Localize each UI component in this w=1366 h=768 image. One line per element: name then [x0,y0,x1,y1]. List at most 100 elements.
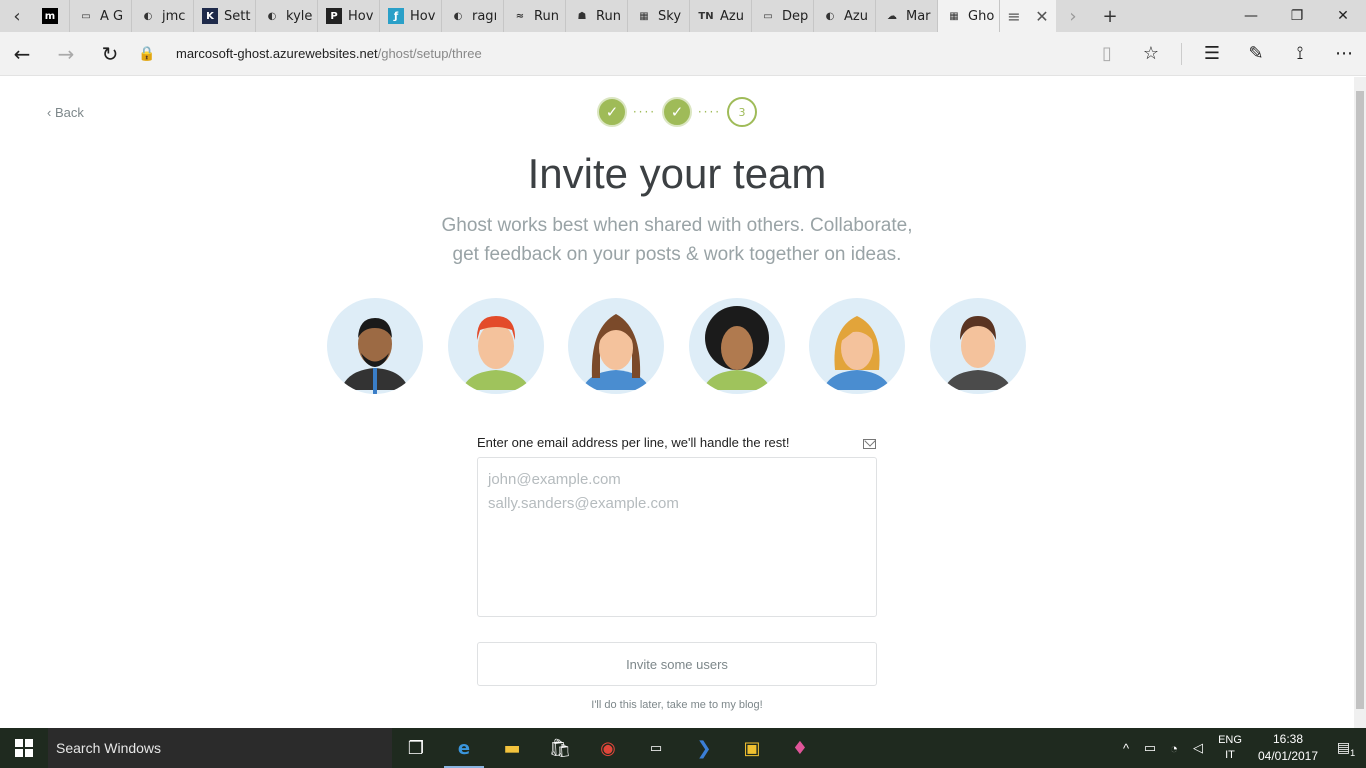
battery-icon[interactable]: ▭ [1138,740,1162,756]
tab-strip: m ▭ A G ◐ jmc K Sett ◐ kyle P Hov ƒ Hov ◐ ragı ≈ Run ☗ Run… [34,0,1000,32]
more-icon[interactable]: ⋯ [1322,32,1366,76]
page-content: ‹ Back ✓ ···· ✓ ···· 3 Invite your team … [0,77,1354,728]
close-tab-icon[interactable]: ✕ [1035,7,1048,26]
language-indicator[interactable]: ENG IT [1210,733,1250,763]
github-icon: ◐ [453,10,463,22]
powershell-icon[interactable]: ❯ [680,728,728,768]
app-icon[interactable]: ▣ [728,728,776,768]
skip-link[interactable]: I'll do this later, take me to my blog! [477,699,877,711]
maps-pin-icon[interactable]: ♦ [776,728,824,768]
browser-tab[interactable]: ☗ Run [566,0,628,32]
tab-label: ragı [472,8,498,24]
address-path: /ghost/setup/three [377,46,482,61]
lang-top: ENG [1218,734,1242,746]
tab-label: Azu [844,8,868,24]
docker-icon: ≈ [515,10,525,22]
minimize-icon[interactable]: — [1228,0,1274,32]
browser-tab[interactable]: ▭ Dep [752,0,814,32]
microsoft-icon: ▦ [949,10,959,22]
clock-date: 04/01/2017 [1257,749,1319,763]
medium-icon: m [42,8,58,24]
tab-label: Mar [906,8,931,24]
chrome-icon[interactable]: ◉ [584,728,632,768]
browser-tab[interactable]: ◐ kyle [256,0,318,32]
step-connector: ···· [697,105,722,119]
divider [1181,42,1182,65]
command-prompt-icon[interactable]: ▭ [632,728,680,768]
avatar [929,298,1026,394]
taskbar-search[interactable]: Search Windows [48,728,392,768]
back-label: Back [54,105,84,120]
address-host: marcosoft-ghost.azurewebsites.net [176,46,378,61]
step-3-current: 3 [727,97,757,127]
invite-users-button[interactable]: Invite some users [477,642,877,686]
tab-label: Gho [968,8,995,24]
tab-label: Run [596,8,621,24]
browser-tab[interactable]: ◐ jmc [132,0,194,32]
p-icon: P [326,8,342,24]
browser-tab[interactable]: ƒ Hov [380,0,442,32]
browser-tab[interactable]: P Hov [318,0,380,32]
emails-input[interactable] [477,457,877,617]
robot-icon: ☗ [577,10,587,22]
store-icon[interactable]: 🛍 [536,728,584,768]
browser-tab[interactable]: ▦ Sky [628,0,690,32]
tab-label: jmc [162,8,186,24]
clock-time: 16:38 [1272,732,1304,746]
avatar [447,298,544,394]
hub-icon[interactable]: ☰ [1190,32,1234,76]
f-icon: ƒ [388,8,404,24]
lock-icon: 🔒 [138,45,156,61]
browser-tab[interactable]: TN Azu [690,0,752,32]
tab-label: Hov [410,8,436,24]
tab-label: Hov [348,8,374,24]
browser-tab[interactable]: ◐ ragı [442,0,504,32]
restore-icon[interactable]: ❐ [1274,0,1320,32]
microsoft-icon: ▦ [639,10,649,22]
new-tab-icon[interactable]: + [1090,0,1130,32]
tab-preview-icon[interactable]: ≡ [1007,7,1020,26]
back-link[interactable]: ‹ Back [47,105,84,120]
tab-label: Sky [658,8,682,24]
wifi-icon[interactable]: ◔ [1162,741,1186,756]
scrollbar-thumb[interactable] [1356,91,1364,709]
close-window-icon[interactable]: ✕ [1320,0,1366,32]
github-icon: ◐ [267,10,277,22]
share-icon[interactable]: ⟟ [1278,32,1322,76]
browser-tab[interactable]: m [34,0,70,32]
back-nav-icon[interactable]: ← [0,32,44,76]
browser-tab[interactable]: ▭ A G [70,0,132,32]
team-avatars [327,298,1026,394]
browser-tab[interactable]: ☁ Mar [876,0,938,32]
browser-tab[interactable]: K Sett [194,0,256,32]
volume-icon[interactable]: ◁ [1186,740,1210,756]
forward-nav-icon[interactable]: → [44,32,88,76]
web-note-icon[interactable]: ✎ [1234,32,1278,76]
task-view-icon[interactable]: ❐ [392,728,440,768]
github-icon: ◐ [143,10,153,22]
technet-icon: TN [698,10,714,22]
edge-browser-icon[interactable]: e [440,728,488,768]
tab-label: Dep [782,8,809,24]
navigation-bar: ← → ↻ 🔒 marcosoft-ghost.azurewebsites.ne… [0,32,1366,76]
page-subtitle: Ghost works best when shared with others… [441,215,913,265]
system-tray: ^ ▭ ◔ ◁ ENG IT 16:38 04/01/2017 ▤1 [1114,731,1366,765]
browser-tab[interactable]: ≈ Run [504,0,566,32]
browser-tab[interactable]: ◐ Azu [814,0,876,32]
address-bar[interactable]: 🔒 marcosoft-ghost.azurewebsites.net/ghos… [138,45,482,62]
tab-scroll-left-icon[interactable]: ‹ [0,0,34,32]
browser-tab[interactable]: ▦ Gho [938,0,1000,32]
tab-bar: ‹ m ▭ A G ◐ jmc K Sett ◐ kyle P Hov ƒ Hov ◐ ragı ≈ Run ☗ R… [0,0,1366,32]
scrollbar[interactable] [1354,77,1366,728]
clock[interactable]: 16:38 04/01/2017 [1250,731,1326,765]
tab-scroll-right-icon[interactable]: › [1056,0,1090,32]
refresh-icon[interactable]: ↻ [88,32,132,76]
windows-start-icon[interactable] [0,728,48,768]
file-explorer-icon[interactable]: ▬ [488,728,536,768]
cloud-icon: ☁ [887,10,897,22]
taskbar: Search Windows ❐ e ▬ 🛍 ◉ ▭ ❯ ▣ ♦ ^ ▭ ◔ ◁… [0,728,1366,768]
notification-center-icon[interactable]: ▤1 [1326,739,1366,758]
reading-view-icon[interactable]: ▯ [1085,32,1129,76]
chevron-up-icon[interactable]: ^ [1114,741,1138,756]
favorite-star-icon[interactable]: ☆ [1129,32,1173,76]
